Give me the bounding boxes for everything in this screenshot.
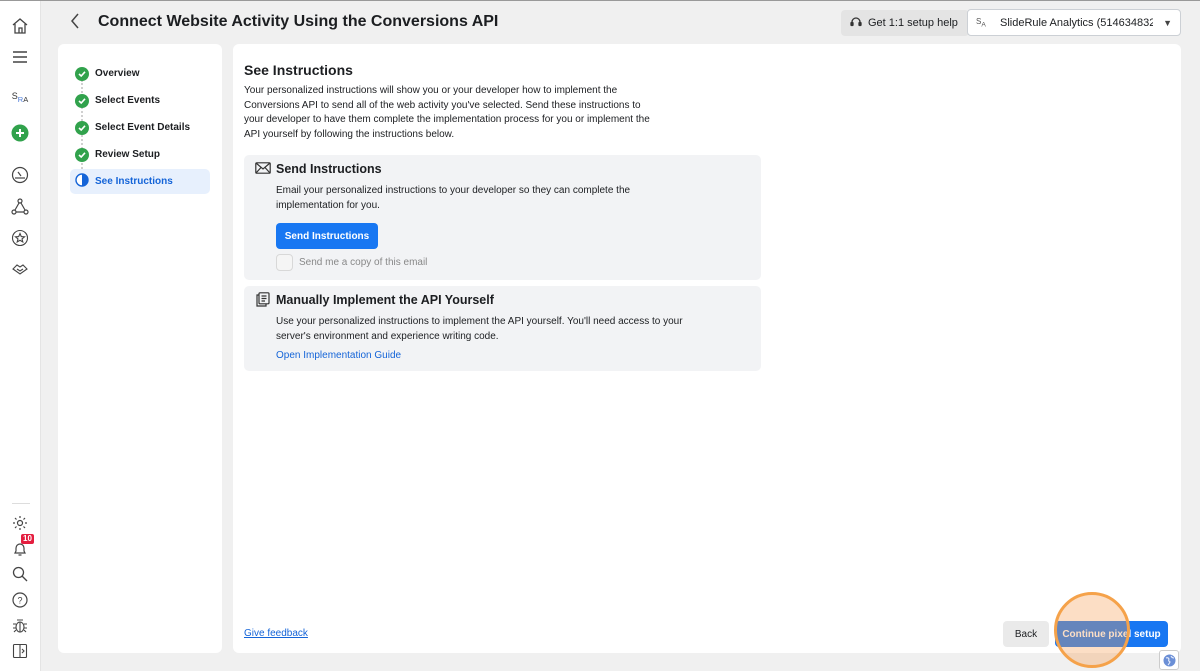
step-label: Select Event Details (95, 122, 191, 133)
create-icon[interactable] (9, 122, 31, 144)
send-instructions-button[interactable]: Send Instructions (276, 223, 378, 249)
step-label: Review Setup (95, 149, 161, 160)
card-description: Email your personalized instructions to … (276, 185, 631, 211)
check-circle-icon (75, 93, 89, 108)
setup-help-label: Get 1:1 setup help (868, 17, 958, 29)
copy-email-label: Send me a copy of this email (299, 257, 428, 268)
notifications-icon[interactable]: 10 (9, 534, 34, 560)
check-circle-icon (75, 66, 89, 81)
implementation-guide-link[interactable]: Open Implementation Guide (276, 350, 401, 361)
section-title: See Instructions (244, 62, 353, 78)
dashboard-icon[interactable] (9, 164, 31, 186)
check-circle-icon (75, 120, 89, 135)
page-title: Connect Website Activity Using the Conve… (98, 13, 499, 30)
card-title: Send Instructions (276, 162, 382, 176)
step-review-setup[interactable]: Review Setup (70, 142, 210, 167)
bug-icon[interactable] (9, 615, 31, 637)
top-bar: Connect Website Activity Using the Conve… (41, 1, 1200, 43)
account-logo-icon: SA (976, 16, 986, 29)
manual-implement-card: Manually Implement the API Yourself Use … (244, 286, 761, 371)
card-title: Manually Implement the API Yourself (276, 293, 494, 307)
help-icon[interactable]: ? (9, 589, 31, 611)
envelope-icon (255, 161, 271, 175)
copy-email-option[interactable]: Send me a copy of this email (276, 254, 427, 271)
step-label: Overview (95, 68, 140, 79)
rail-divider (12, 503, 30, 504)
search-icon[interactable] (9, 563, 31, 585)
chevron-down-icon: ▼ (1163, 17, 1172, 28)
left-nav-rail: SRA 10 ? (0, 1, 41, 671)
step-select-event-details[interactable]: Select Event Details (70, 115, 210, 140)
continue-pixel-setup-button[interactable]: Continue pixel setup (1055, 621, 1168, 647)
star-icon[interactable] (9, 227, 31, 249)
step-select-events[interactable]: Select Events (70, 88, 210, 113)
back-button[interactable]: Back (1003, 621, 1049, 647)
step-see-instructions[interactable]: See Instructions (70, 169, 210, 194)
give-feedback-link[interactable]: Give feedback (244, 628, 308, 639)
main-panel: See Instructions Your personalized instr… (233, 44, 1181, 653)
check-circle-icon (75, 147, 89, 162)
setup-help-button[interactable]: Get 1:1 setup help (841, 10, 969, 36)
globe-icon[interactable] (1159, 650, 1179, 670)
half-circle-progress-icon (75, 173, 89, 190)
home-icon[interactable] (9, 15, 31, 37)
step-overview[interactable]: Overview (70, 61, 210, 86)
steps-panel: Overview Select Events Select Event Deta… (58, 44, 222, 653)
step-label: Select Events (95, 95, 161, 106)
step-label: See Instructions (95, 176, 173, 187)
menu-icon[interactable] (9, 46, 31, 68)
document-icon (255, 292, 271, 307)
notification-count-badge: 10 (21, 534, 34, 544)
account-avatar[interactable]: SRA (9, 86, 31, 108)
headset-icon (850, 16, 862, 31)
section-description: Your personalized instructions will show… (244, 85, 650, 140)
send-instructions-card: Send Instructions Email your personalize… (244, 155, 761, 280)
account-name: SlideRule Analytics (5146348329... (1000, 16, 1154, 29)
copy-email-checkbox[interactable] (276, 254, 293, 271)
panel-icon[interactable] (9, 640, 31, 662)
back-arrow-button[interactable] (65, 11, 85, 31)
card-description: Use your personalized instructions to im… (276, 316, 683, 342)
settings-icon[interactable] (9, 512, 31, 534)
svg-text:?: ? (17, 596, 22, 606)
network-icon[interactable] (9, 196, 31, 218)
handshake-icon[interactable] (9, 258, 31, 280)
account-selector[interactable]: SA SlideRule Analytics (5146348329... ▼ (967, 9, 1181, 36)
